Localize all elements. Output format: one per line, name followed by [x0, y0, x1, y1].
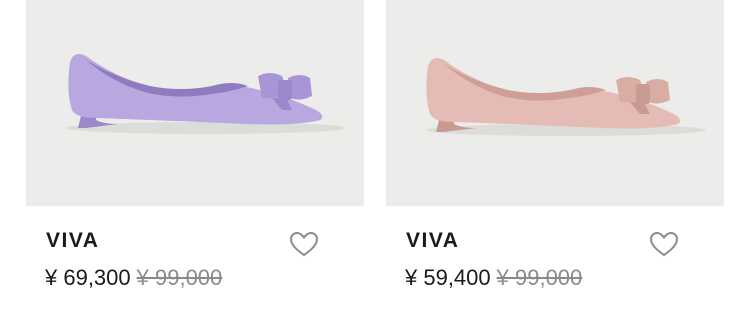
- shoe-image: [66, 54, 346, 134]
- original-price: ¥ 99,000: [136, 265, 223, 290]
- product-image[interactable]: [386, 0, 724, 206]
- product-name[interactable]: VIVA: [46, 228, 99, 254]
- product-prices: ¥ 59,400 ¥ 99,000: [405, 264, 582, 292]
- product-prices: ¥ 69,300 ¥ 99,000: [45, 264, 222, 292]
- wishlist-button[interactable]: [288, 230, 320, 258]
- sale-price: ¥ 69,300: [45, 265, 131, 290]
- product-name[interactable]: VIVA: [406, 228, 459, 254]
- product-card[interactable]: VIVA ¥ 69,300 ¥ 99,000: [26, 0, 364, 319]
- product-card[interactable]: VIVA ¥ 59,400 ¥ 99,000: [386, 0, 724, 319]
- heart-outline-icon: [289, 231, 319, 257]
- heart-outline-icon: [649, 231, 679, 257]
- shoe-image: [426, 58, 706, 136]
- sale-price: ¥ 59,400: [405, 265, 491, 290]
- product-image[interactable]: [26, 0, 364, 206]
- wishlist-button[interactable]: [648, 230, 680, 258]
- original-price: ¥ 99,000: [496, 265, 583, 290]
